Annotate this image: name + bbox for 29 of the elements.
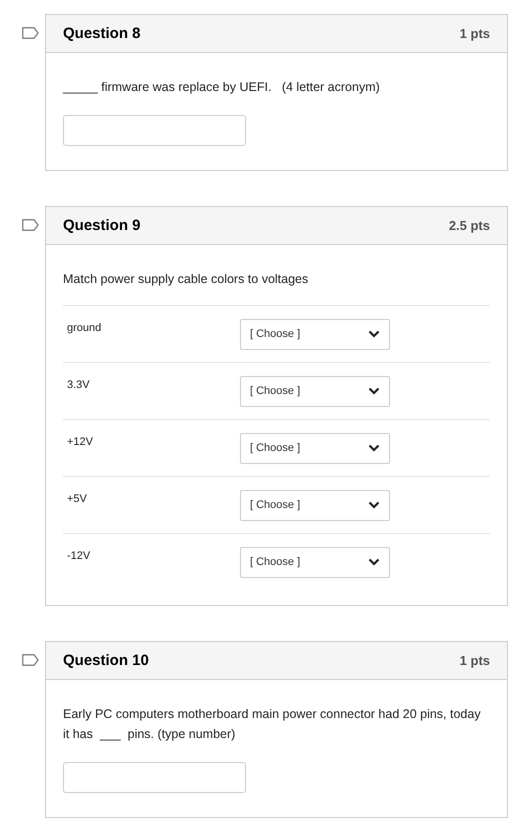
match-label: ground bbox=[66, 322, 102, 334]
points-label: 1 pts bbox=[460, 653, 490, 668]
choose-dropdown[interactable]: [ Choose ] bbox=[240, 546, 390, 578]
question-title: Question 8 bbox=[63, 25, 141, 42]
choose-dropdown[interactable]: [ Choose ] bbox=[240, 318, 390, 350]
match-label: 3.3V bbox=[66, 379, 91, 391]
match-label: +5V bbox=[66, 493, 88, 505]
answer-field[interactable] bbox=[63, 115, 246, 146]
chevron-down-icon bbox=[368, 501, 380, 509]
choose-dropdown[interactable]: [ Choose ] bbox=[240, 376, 390, 406]
match-label: +12V bbox=[66, 436, 94, 448]
question-text: Match power supply cable colors to voltages bbox=[63, 271, 310, 288]
chevron-down-icon bbox=[368, 387, 380, 395]
points-label: 2.5 pts bbox=[448, 218, 490, 233]
choose-dropdown[interactable]: [ Choose ] bbox=[240, 490, 390, 520]
chevron-down-icon bbox=[368, 330, 380, 338]
flag-icon[interactable] bbox=[22, 654, 39, 666]
question-title: Question 9 bbox=[63, 217, 141, 234]
match-label: -12V bbox=[66, 550, 92, 562]
question-text: _____ firmware was replace by UEFI. (4 letter acronym) bbox=[63, 79, 381, 96]
question-title: Question 10 bbox=[63, 652, 149, 669]
points-label: 1 pts bbox=[460, 26, 490, 41]
chevron-down-icon bbox=[368, 444, 380, 452]
choose-dropdown[interactable]: [ Choose ] bbox=[240, 432, 390, 464]
answer-field[interactable] bbox=[63, 762, 246, 793]
flag-icon[interactable] bbox=[22, 27, 39, 39]
question-text: Early PC computers motherboard main power connector had 20 pins, today it has ___ pins. (type number) bbox=[63, 706, 482, 743]
flag-icon[interactable] bbox=[22, 219, 39, 231]
chevron-down-icon bbox=[368, 558, 380, 566]
